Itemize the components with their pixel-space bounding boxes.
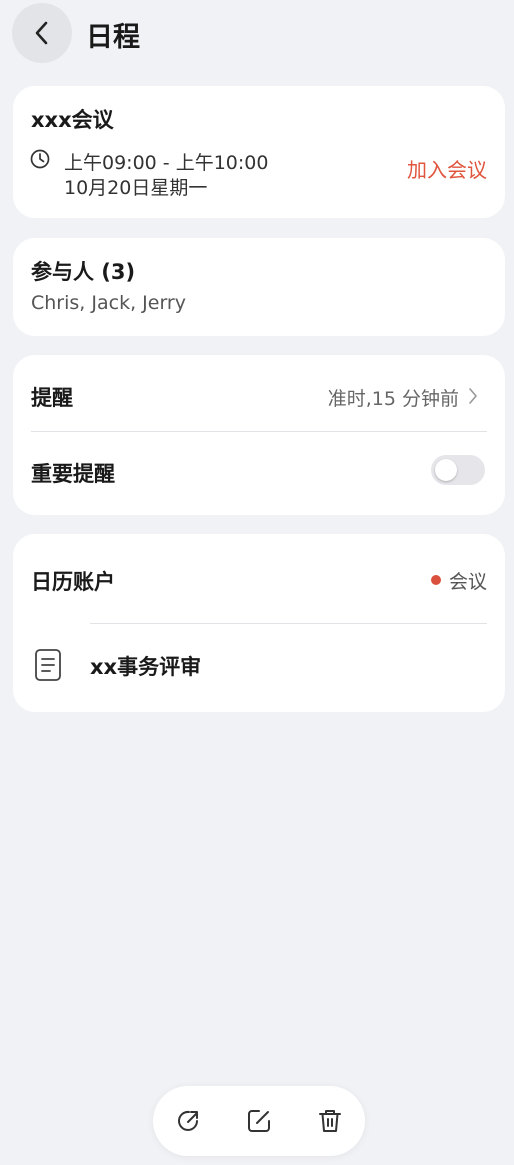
toggle-knob [435, 459, 457, 481]
clock-icon [30, 149, 50, 169]
reminder-card: 提醒 准时,15 分钟前 重要提醒 [13, 355, 505, 515]
participants-card[interactable]: 参与人 (3) Chris, Jack, Jerry [13, 238, 505, 336]
document-icon [35, 649, 61, 681]
join-meeting-link[interactable]: 加入会议 [407, 154, 487, 183]
delete-button[interactable] [314, 1105, 346, 1137]
chevron-left-icon [35, 21, 48, 45]
event-title: xxx会议 [31, 108, 114, 132]
edit-icon [248, 1110, 270, 1132]
reminder-value: 准时,15 分钟前 [327, 388, 459, 410]
share-icon [178, 1110, 198, 1131]
important-reminder-toggle[interactable] [431, 455, 485, 485]
calendar-account-name[interactable]: 会议 [449, 567, 487, 594]
note-title[interactable]: xx事务评审 [90, 651, 201, 681]
event-date: 10月20日星期一 [64, 177, 208, 199]
page-title: 日程 [86, 22, 140, 53]
calendar-account-label: 日历账户 [31, 570, 115, 594]
divider [90, 623, 487, 624]
bottom-action-bar [153, 1086, 365, 1156]
account-card: 日历账户 会议 xx事务评审 [13, 534, 505, 712]
chevron-right-icon [469, 388, 477, 404]
header: 日程 [0, 0, 514, 66]
event-card: xxx会议 上午09:00 - 上午10:00 10月20日星期一 加入会议 [13, 86, 505, 218]
reminder-label: 提醒 [31, 386, 73, 410]
edit-button[interactable] [243, 1105, 275, 1137]
important-reminder-label: 重要提醒 [31, 462, 115, 486]
participants-names: Chris, Jack, Jerry [31, 292, 186, 314]
participants-title: 参与人 (3) [31, 260, 136, 284]
account-color-dot [431, 575, 441, 585]
back-button[interactable] [12, 3, 72, 63]
event-time-range: 上午09:00 - 上午10:00 [64, 152, 269, 174]
divider [31, 431, 487, 432]
delete-icon [319, 1110, 341, 1132]
share-button[interactable] [172, 1105, 204, 1137]
